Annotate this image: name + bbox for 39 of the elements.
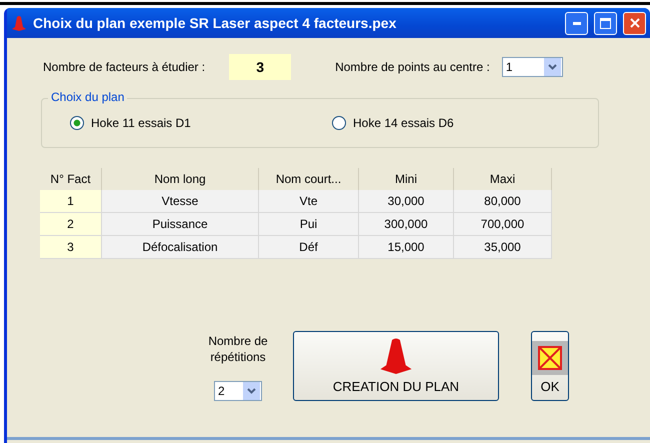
- table-cell: 2: [40, 213, 102, 236]
- field-label: Nombre de points au centre :: [335, 60, 490, 74]
- chevron-down-icon: [243, 382, 260, 400]
- maximize-button[interactable]: [594, 12, 617, 34]
- table-cell: 1: [40, 190, 102, 213]
- table-cell: 3: [40, 236, 102, 259]
- table-cell: 30,000: [359, 190, 454, 213]
- table-cell: 15,000: [359, 236, 454, 259]
- close-button[interactable]: [623, 12, 646, 34]
- cancel-icon: [532, 341, 568, 375]
- factor-count-field[interactable]: 3: [229, 54, 292, 80]
- table-cell: 35,000: [454, 236, 552, 259]
- table-cell: 700,000: [454, 213, 552, 236]
- center-points-dropdown[interactable]: 1: [502, 57, 563, 77]
- minimize-icon: [572, 22, 580, 24]
- table-cell: Défocalisation: [102, 236, 259, 259]
- ok-button[interactable]: OK: [531, 331, 569, 401]
- repetitions-label: Nombre de répétitions: [207, 333, 269, 365]
- table-cell: Vtesse: [102, 190, 259, 213]
- close-icon: [630, 18, 640, 28]
- table-cell: Puissance: [102, 213, 259, 236]
- minimize-button[interactable]: [565, 12, 588, 34]
- group-title: Choix du plan: [48, 90, 128, 104]
- maximize-icon: [600, 18, 611, 28]
- field-label: Nombre de facteurs à étudier :: [43, 60, 206, 74]
- create-plan-button[interactable]: CREATION DU PLAN: [293, 331, 499, 401]
- table-cell: Déf: [259, 236, 359, 259]
- table-cell: 300,000: [359, 213, 454, 236]
- traffic-cone-icon: [11, 15, 27, 31]
- radio-label: Hoke 11 essais D1: [91, 116, 191, 130]
- table-cell: 80,000: [454, 190, 552, 213]
- window-title: Choix du plan exemple SR Laser aspect 4 facteurs.pex: [33, 15, 398, 31]
- radio-label: Hoke 14 essais D6: [353, 116, 454, 130]
- table-cell: Vte: [259, 190, 359, 213]
- chevron-down-icon: [544, 58, 561, 76]
- table-cell: Pui: [259, 213, 359, 236]
- repetitions-dropdown[interactable]: 2: [214, 381, 262, 401]
- radio-button[interactable]: [332, 116, 346, 130]
- radio-button[interactable]: [70, 116, 84, 130]
